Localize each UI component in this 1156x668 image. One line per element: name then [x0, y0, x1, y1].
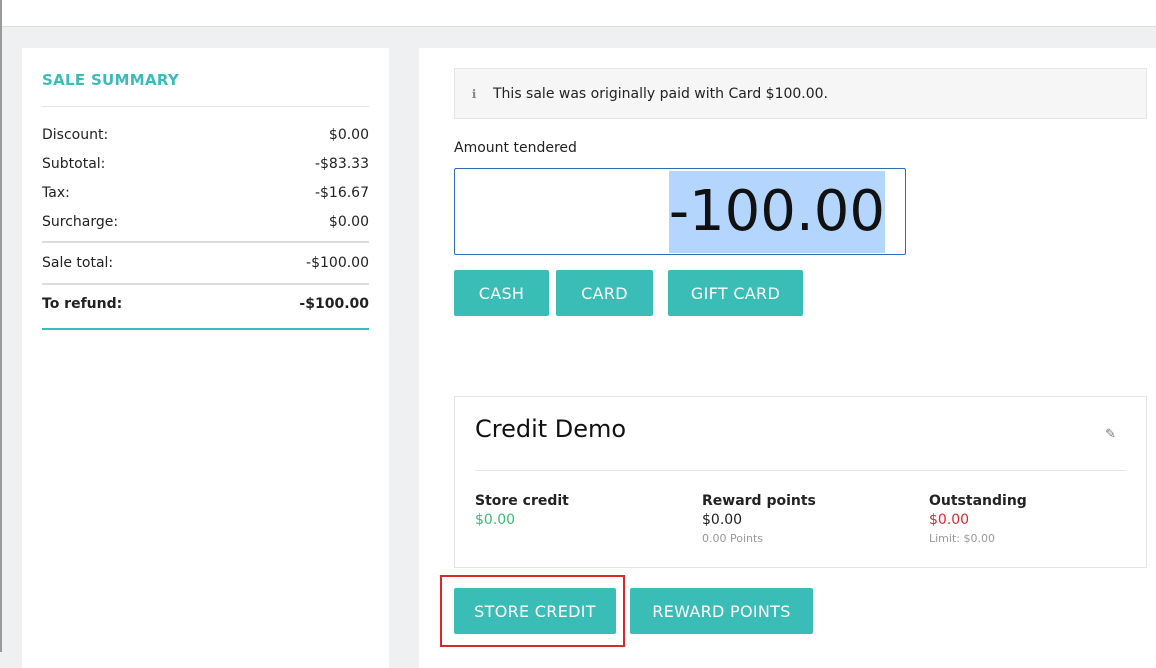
sale-summary-title: SALE SUMMARY [42, 71, 180, 89]
cash-button[interactable]: CASH [454, 270, 549, 316]
summary-row-sale-total: Sale total: -$100.00 [42, 253, 369, 273]
summary-value: -$100.00 [299, 296, 369, 312]
store-credit-stat: Store credit $0.00 [475, 493, 695, 528]
summary-label: Sale total: [42, 255, 114, 271]
divider [42, 241, 369, 243]
card-button[interactable]: CARD [556, 270, 653, 316]
info-icon: ℹ [471, 86, 477, 101]
summary-label: Surcharge: [42, 214, 119, 230]
pencil-icon[interactable]: ✎ [1105, 427, 1116, 442]
reward-points-value: $0.00 [702, 512, 743, 528]
highlight-outline [440, 575, 625, 647]
info-alert: ℹ This sale was originally paid with Car… [454, 68, 1147, 119]
customer-card: Credit Demo ✎ Store credit $0.00 Reward … [454, 396, 1147, 568]
divider [475, 470, 1126, 471]
summary-row-to-refund: To refund: -$100.00 [42, 294, 369, 314]
outstanding-limit: Limit: $0.00 [929, 532, 995, 545]
accent-divider [42, 328, 369, 330]
summary-value: -$83.33 [314, 156, 369, 172]
amount-tendered-input[interactable]: -100.00 [454, 168, 906, 255]
top-bar [0, 0, 1156, 27]
stat-label: Outstanding [929, 493, 1027, 509]
outstanding-stat: Outstanding $0.00 Limit: $0.00 [929, 493, 1149, 545]
summary-row-tax: Tax: -$16.67 [42, 183, 369, 203]
summary-label: To refund: [42, 296, 123, 312]
window-edge [0, 0, 2, 652]
outstanding-value: $0.00 [929, 512, 970, 528]
store-credit-value: $0.00 [475, 512, 516, 528]
divider [42, 283, 369, 285]
gift-card-button[interactable]: GIFT CARD [668, 270, 803, 316]
amount-tendered-label: Amount tendered [454, 140, 577, 156]
info-message: This sale was originally paid with Card … [493, 85, 829, 102]
customer-name: Credit Demo [475, 415, 627, 443]
summary-label: Tax: [42, 185, 70, 201]
reward-points-sub: 0.00 Points [702, 532, 764, 545]
summary-row-discount: Discount: $0.00 [42, 125, 369, 145]
reward-points-button[interactable]: REWARD POINTS [630, 588, 813, 634]
divider [42, 106, 369, 107]
sale-summary-panel: SALE SUMMARY Discount: $0.00 Subtotal: -… [22, 48, 389, 668]
summary-value: -$16.67 [314, 185, 369, 201]
summary-value: -$100.00 [306, 255, 369, 271]
summary-row-surcharge: Surcharge: $0.00 [42, 212, 369, 232]
summary-row-subtotal: Subtotal: -$83.33 [42, 154, 369, 174]
summary-label: Discount: [42, 127, 109, 143]
summary-value: $0.00 [328, 127, 369, 143]
reward-points-stat: Reward points $0.00 0.00 Points [702, 493, 922, 545]
stat-label: Store credit [475, 493, 569, 509]
summary-label: Subtotal: [42, 156, 106, 172]
stat-label: Reward points [702, 493, 816, 509]
amount-tendered-value: -100.00 [668, 170, 885, 253]
summary-value: $0.00 [328, 214, 369, 230]
